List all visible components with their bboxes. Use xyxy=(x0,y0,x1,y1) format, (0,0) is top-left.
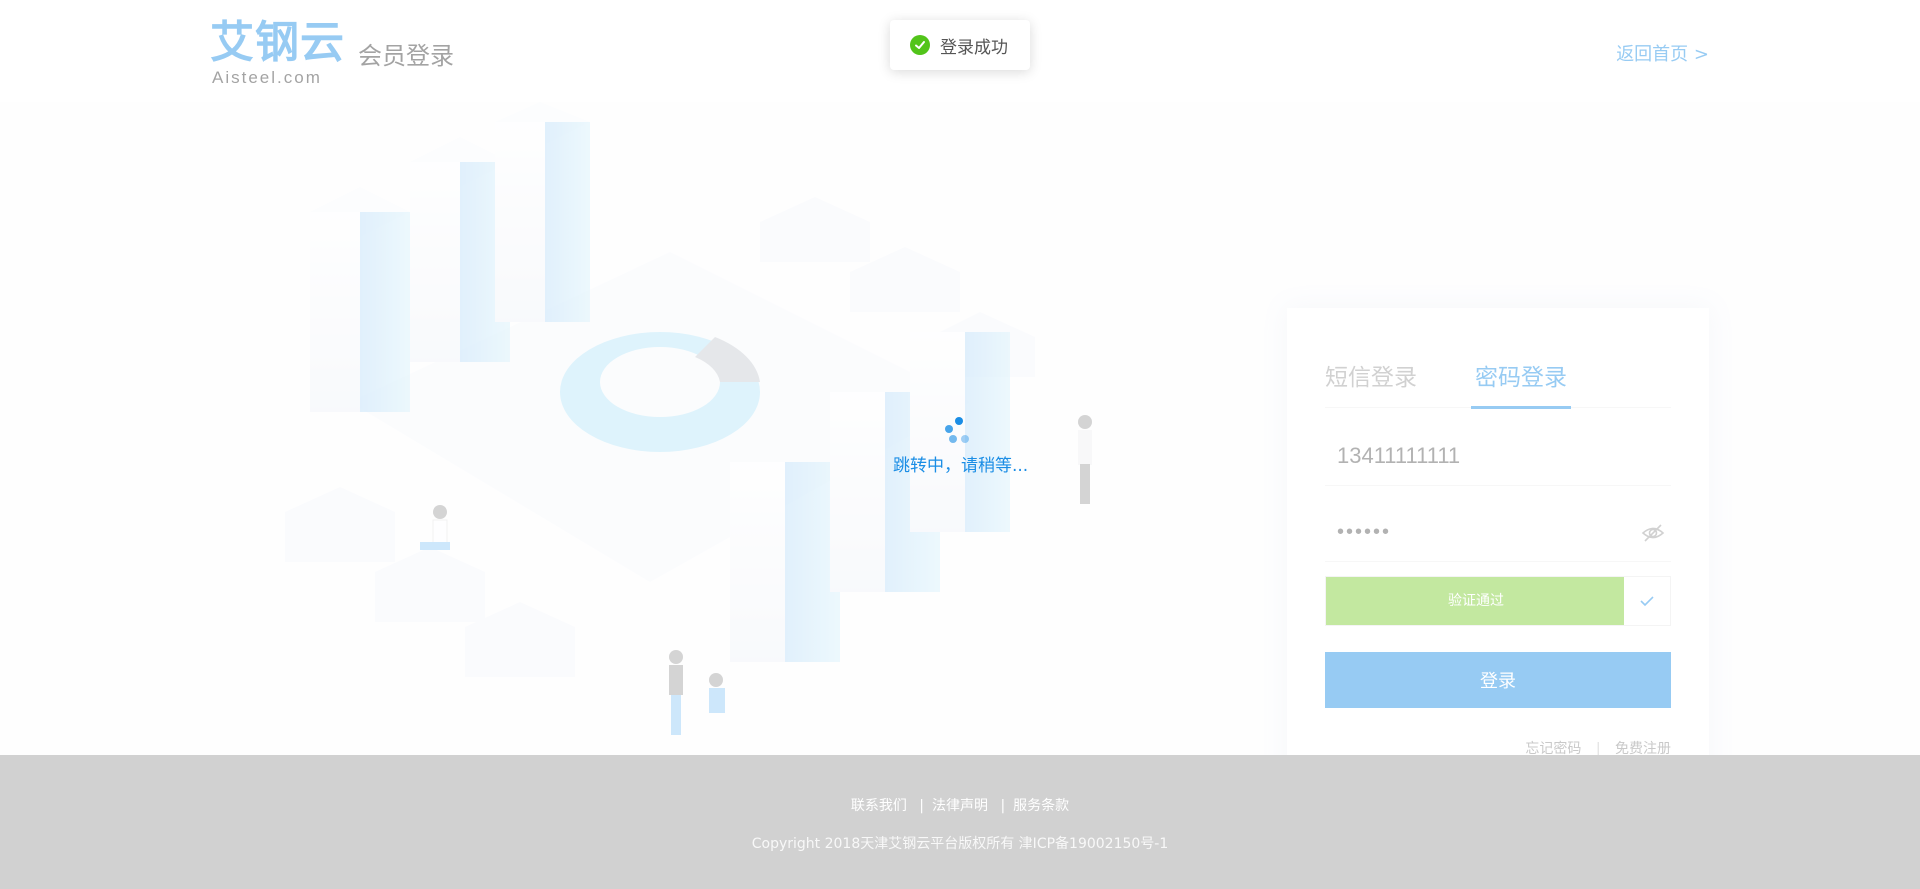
footer-link-terms[interactable]: 服务条款 xyxy=(1013,798,1069,814)
logo-chinese-text: 艾钢云 xyxy=(210,17,345,68)
tab-password-login[interactable]: 密码登录 xyxy=(1471,348,1571,409)
slider-verification: 验证通过 xyxy=(1325,576,1671,626)
toast-message: 登录成功 xyxy=(940,37,1008,58)
page-footer: 联系我们 | 法律声明 | 服务条款 Copyright 2018天津艾钢云平台版权… xyxy=(0,755,1920,889)
datacenter-illustration xyxy=(285,102,1092,735)
login-button[interactable]: 登录 xyxy=(1325,652,1671,708)
logo-english-text: Aisteel.com xyxy=(212,68,322,87)
login-bottom-links: 忘记密码 | 免费注册 xyxy=(1525,738,1671,755)
checkmark-icon xyxy=(1640,596,1654,607)
check-circle-icon xyxy=(910,35,930,55)
copyright-text: Copyright 2018天津艾钢云平台版权所有 津ICP备19002150号… xyxy=(751,836,1169,852)
verify-slider-handle[interactable] xyxy=(1624,577,1670,625)
login-card: 短信登录 密码登录 验证通过 登录 忘记密码 | 免费注册 xyxy=(1287,308,1709,755)
brand-logo[interactable]: 艾钢云 Aisteel.com xyxy=(210,18,345,88)
verify-status-bar: 验证通过 xyxy=(1326,577,1626,625)
phone-input[interactable] xyxy=(1325,428,1615,484)
footer-link-contact[interactable]: 联系我们 xyxy=(851,798,907,814)
eye-off-icon[interactable] xyxy=(1641,522,1665,544)
success-toast: 登录成功 xyxy=(890,20,1030,70)
password-field xyxy=(1325,504,1671,562)
footer-separator: | xyxy=(1000,798,1006,814)
footer-separator: | xyxy=(919,798,924,814)
register-link[interactable]: 免费注册 xyxy=(1615,741,1671,755)
forgot-password-link[interactable]: 忘记密码 xyxy=(1525,741,1581,755)
page-title: 会员登录 xyxy=(358,42,454,70)
footer-link-legal[interactable]: 法律声明 xyxy=(932,798,988,814)
link-separator: | xyxy=(1595,741,1601,755)
phone-field xyxy=(1325,428,1671,486)
footer-links: 联系我们 | 法律声明 | 服务条款 xyxy=(0,795,1920,815)
main-area: 短信登录 密码登录 验证通过 登录 忘记密码 | 免费注册 xyxy=(0,102,1920,755)
return-home-link[interactable]: 返回首页 > xyxy=(1616,40,1709,66)
login-tabs: 短信登录 密码登录 xyxy=(1325,348,1671,409)
tab-sms-login[interactable]: 短信登录 xyxy=(1325,348,1417,408)
password-input[interactable] xyxy=(1325,504,1615,560)
